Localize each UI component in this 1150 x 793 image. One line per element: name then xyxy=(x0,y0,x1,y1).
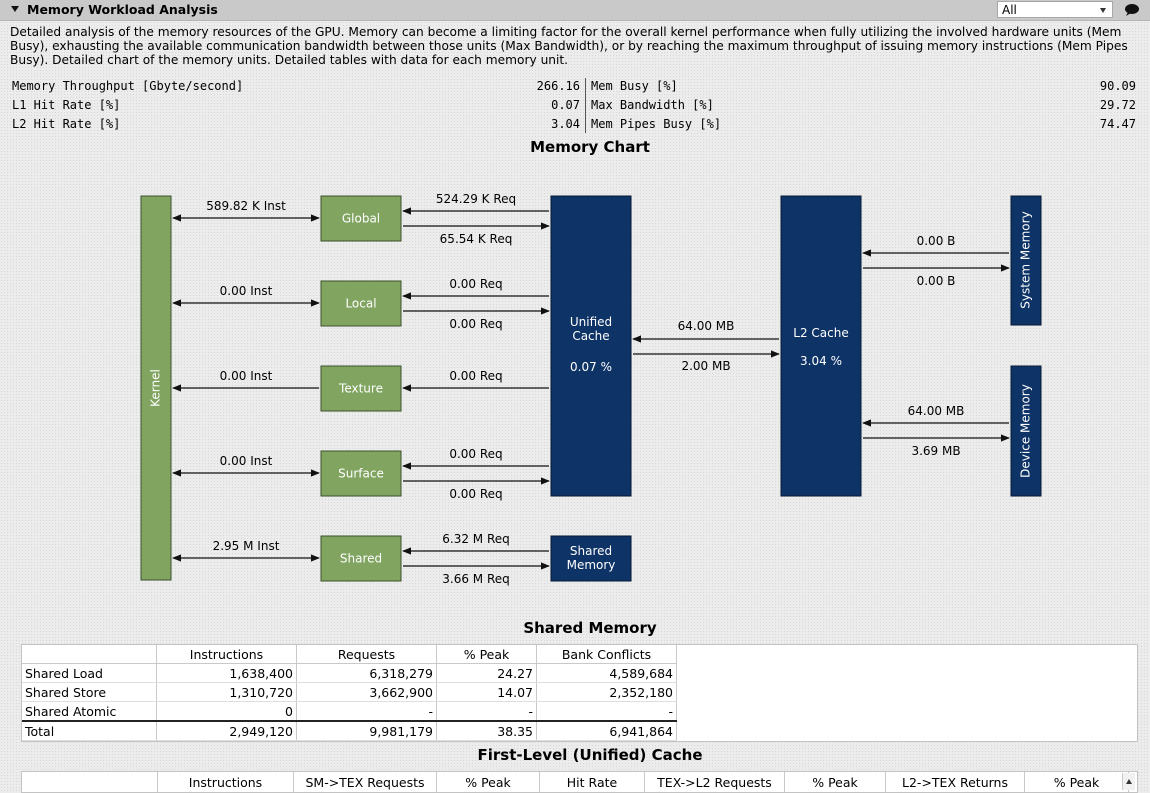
column-header[interactable]: SM->TEX Requests xyxy=(293,772,437,792)
table-cell: 6,941,864 xyxy=(536,720,677,741)
kernel-box[interactable]: Kernel xyxy=(140,195,172,581)
column-header[interactable] xyxy=(22,645,157,664)
table-cell: - xyxy=(536,701,677,722)
flow-label: 0.00 Req xyxy=(449,317,502,331)
table-cell: - xyxy=(296,701,437,722)
l2-cache-box[interactable]: L2 Cache 3.04 % xyxy=(780,195,862,497)
local-label: Local xyxy=(345,297,376,311)
table-cell: 2,352,180 xyxy=(536,682,677,702)
shared-memory-box[interactable]: Shared Memory xyxy=(550,535,632,582)
flow-label: 0.00 Inst xyxy=(220,454,273,468)
table-cell: - xyxy=(436,701,537,722)
unified-cache-hit-rate: 0.07 % xyxy=(570,360,612,374)
flow-label: 0.00 B xyxy=(917,274,956,288)
flow-label: 64.00 MB xyxy=(908,404,965,418)
surface-label: Surface xyxy=(338,467,384,481)
column-header[interactable]: Hit Rate xyxy=(539,772,645,792)
flow-label: 2.00 MB xyxy=(681,359,730,373)
shared-label: Shared xyxy=(340,552,382,566)
table-cell: 24.27 xyxy=(436,663,537,683)
texture-box[interactable]: Texture xyxy=(320,365,402,412)
shared-memory-label-2: Memory xyxy=(567,558,616,572)
column-header[interactable]: % Peak xyxy=(436,645,537,664)
flow-label: 6.32 M Req xyxy=(442,532,510,546)
column-header[interactable]: L2->TEX Returns xyxy=(885,772,1025,792)
texture-label: Texture xyxy=(338,382,383,396)
unified-cache-box[interactable]: Unified Cache 0.07 % xyxy=(550,195,632,497)
flow-label: 3.69 MB xyxy=(911,444,960,458)
table-cell: 4,589,684 xyxy=(536,663,677,683)
l1-table-title: First-Level (Unified) Cache xyxy=(477,746,703,764)
memory-chart: Kernel Global Local Texture Surface Shar… xyxy=(140,192,1042,586)
surface-box[interactable]: Surface xyxy=(320,450,402,497)
column-header[interactable]: % Peak xyxy=(784,772,886,792)
flow-label: 3.66 M Req xyxy=(442,572,510,586)
row-label: Shared Atomic xyxy=(22,701,157,722)
flow-label: 0.00 B xyxy=(917,234,956,248)
flow-label: 589.82 K Inst xyxy=(206,199,286,213)
shared-memory-table: Instructions Requests % Peak Bank Confli… xyxy=(21,644,1138,742)
shared-memory-table-title: Shared Memory xyxy=(523,619,657,637)
column-header[interactable] xyxy=(22,772,158,792)
column-header[interactable]: % Peak xyxy=(1024,772,1129,792)
scroll-up-button[interactable] xyxy=(1122,773,1135,790)
column-header[interactable]: Instructions xyxy=(156,645,297,664)
row-label: Shared Store xyxy=(22,682,157,702)
shared-memory-label-1: Shared xyxy=(570,544,612,558)
table-cell: 1,638,400 xyxy=(156,663,297,683)
flow-label: 0.00 Inst xyxy=(220,284,273,298)
device-memory-label: Device Memory xyxy=(1019,384,1033,478)
column-header[interactable]: Instructions xyxy=(157,772,294,792)
device-memory-box[interactable]: Device Memory xyxy=(1010,365,1042,497)
table-cell: 3,662,900 xyxy=(296,682,437,702)
flow-label: 524.29 K Req xyxy=(436,192,516,206)
flow-label: 0.00 Req xyxy=(449,277,502,291)
flow-label: 0.00 Req xyxy=(449,369,502,383)
shared-box[interactable]: Shared xyxy=(320,535,402,582)
column-header[interactable]: Requests xyxy=(296,645,437,664)
flow-label: 0.00 Req xyxy=(449,447,502,461)
flow-label: 2.95 M Inst xyxy=(213,539,280,553)
table-cell: 1,310,720 xyxy=(156,682,297,702)
table-cell: 14.07 xyxy=(436,682,537,702)
column-header[interactable]: % Peak xyxy=(436,772,540,792)
flow-label: 65.54 K Req xyxy=(440,232,513,246)
table-row[interactable]: Shared Load 1,638,400 6,318,279 24.27 4,… xyxy=(22,663,677,683)
table-row[interactable]: Shared Atomic 0 - - - xyxy=(22,701,677,722)
table-cell: 9,981,179 xyxy=(296,720,437,741)
unified-cache-label-1: Unified xyxy=(570,315,612,329)
row-label: Total xyxy=(22,720,157,741)
l2-cache-hit-rate: 3.04 % xyxy=(800,354,842,368)
column-header[interactable]: TEX->L2 Requests xyxy=(644,772,785,792)
flow-label: 0.00 Inst xyxy=(220,369,273,383)
table-cell: 6,318,279 xyxy=(296,663,437,683)
unified-cache-label-2: Cache xyxy=(572,329,609,343)
l1-cache-table: Instructions SM->TEX Requests % Peak Hit… xyxy=(21,771,1138,793)
table-total-row[interactable]: Total 2,949,120 9,981,179 38.35 6,941,86… xyxy=(22,720,677,741)
kernel-label: Kernel xyxy=(149,369,163,407)
global-label: Global xyxy=(342,212,380,226)
table-row[interactable]: Shared Store 1,310,720 3,662,900 14.07 2… xyxy=(22,682,677,702)
flow-label: 64.00 MB xyxy=(678,319,735,333)
system-memory-box[interactable]: System Memory xyxy=(1010,195,1042,326)
l2-cache-label: L2 Cache xyxy=(793,326,848,340)
table-header-row: Instructions SM->TEX Requests % Peak Hit… xyxy=(22,772,1129,792)
flow-label: 0.00 Req xyxy=(449,487,502,501)
global-box[interactable]: Global xyxy=(320,195,402,242)
row-label: Shared Load xyxy=(22,663,157,683)
table-cell: 0 xyxy=(156,701,297,722)
table-cell: 2,949,120 xyxy=(156,720,297,741)
column-header[interactable]: Bank Conflicts xyxy=(536,645,677,664)
table-cell: 38.35 xyxy=(436,720,537,741)
local-box[interactable]: Local xyxy=(320,280,402,327)
system-memory-label: System Memory xyxy=(1019,211,1033,308)
table-header-row: Instructions Requests % Peak Bank Confli… xyxy=(22,645,677,664)
